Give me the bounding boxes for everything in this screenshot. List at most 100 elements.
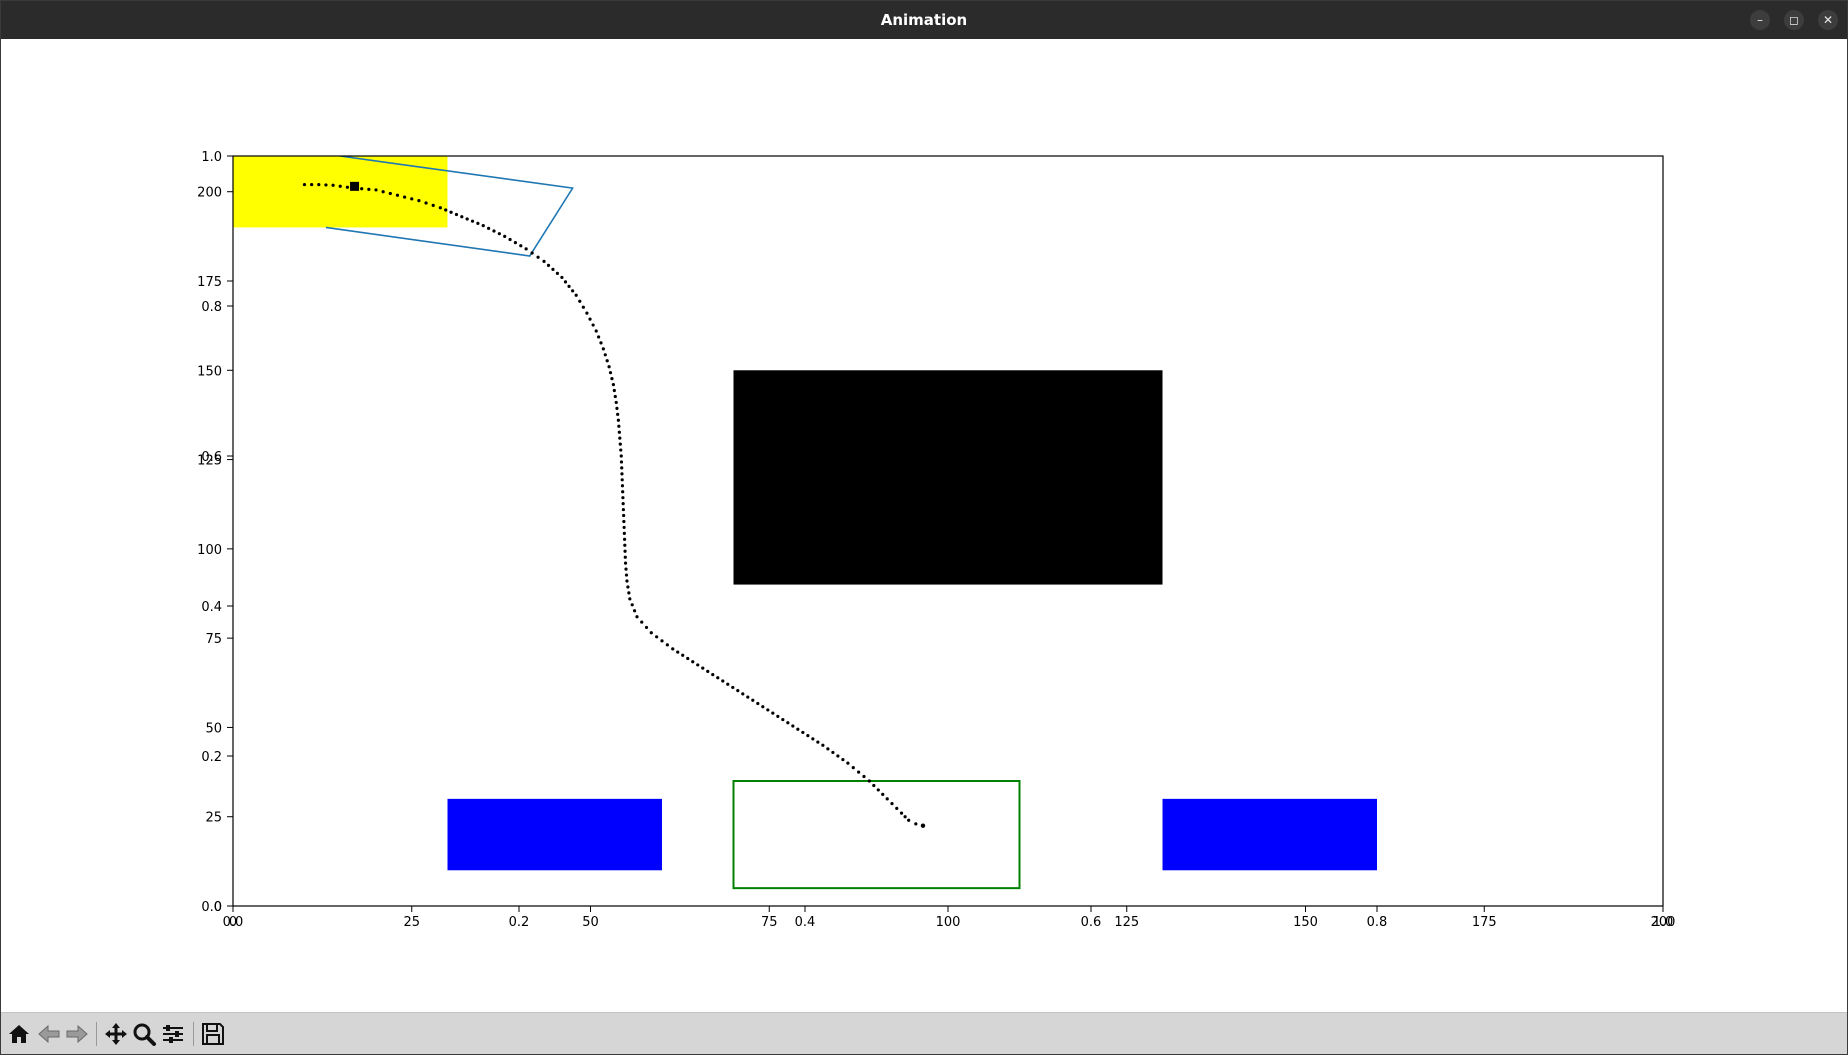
trajectory-point xyxy=(660,639,664,643)
blue-block-right xyxy=(1162,798,1377,871)
trajectory-point xyxy=(826,747,830,751)
minimize-button[interactable]: – xyxy=(1750,10,1770,30)
trajectory-point xyxy=(424,201,428,205)
trajectory-point xyxy=(503,234,507,238)
trajectory-point xyxy=(546,263,551,267)
trajectory-point xyxy=(623,555,627,559)
trajectory-point xyxy=(438,206,442,210)
trajectory-point xyxy=(403,195,407,199)
figure-canvas[interactable]: 0 25 50 75 100 125 150 175 200 0 25 50 75 100 125 150 17… xyxy=(1,39,1847,1012)
pan-icon xyxy=(105,1023,127,1045)
trajectory-point xyxy=(876,788,880,792)
trajectory-point xyxy=(571,289,575,293)
trajectory-point xyxy=(711,672,715,677)
trajectory-point xyxy=(851,766,855,770)
trajectory-point xyxy=(617,430,621,434)
trajectory-point xyxy=(816,740,820,744)
trajectory-point xyxy=(519,244,523,248)
home-button[interactable] xyxy=(5,1020,33,1048)
trajectory-point xyxy=(622,525,626,530)
trajectory-point xyxy=(410,197,414,201)
trajectory-point xyxy=(796,727,800,731)
y-tick-label: 25 xyxy=(205,811,222,826)
zoom-icon xyxy=(133,1023,156,1046)
trajectory-point xyxy=(610,377,614,381)
x-tick-label: 175 xyxy=(1472,915,1497,930)
inner-x-tick-label: 1.0 xyxy=(1653,915,1674,930)
trajectory-point xyxy=(622,519,626,524)
trajectory-point xyxy=(620,466,624,470)
trajectory-point xyxy=(821,743,825,747)
zoom-button[interactable] xyxy=(130,1020,158,1048)
y-tick-label: 200 xyxy=(197,186,222,201)
configure-subplots-button[interactable] xyxy=(159,1020,187,1048)
toolbar-separator xyxy=(193,1022,194,1046)
trajectory-point xyxy=(302,182,307,187)
trajectory-point xyxy=(627,591,631,595)
back-button[interactable] xyxy=(35,1020,63,1048)
trajectory-point xyxy=(625,579,629,583)
inner-x-tick-label: 0.2 xyxy=(509,915,530,930)
trajectory-point xyxy=(746,695,750,699)
maximize-button[interactable]: ◻ xyxy=(1784,10,1804,30)
trajectory-point xyxy=(801,730,805,735)
trajectory-point xyxy=(449,210,453,214)
trajectory-point xyxy=(811,737,815,741)
trajectory-point xyxy=(614,400,618,405)
save-button[interactable] xyxy=(199,1020,227,1048)
forward-icon xyxy=(66,1024,88,1044)
obstacle-block xyxy=(733,370,1163,585)
trajectory-point xyxy=(470,219,475,223)
trajectory-point xyxy=(588,317,592,321)
trajectory-point xyxy=(605,359,609,363)
trajectory-point xyxy=(771,711,775,715)
y-tick-label: 100 xyxy=(197,543,222,558)
trajectory-point xyxy=(563,280,568,284)
trajectory-point xyxy=(613,394,617,399)
trajectory-point xyxy=(624,567,628,571)
trajectory-point xyxy=(551,267,555,271)
trajectory-point xyxy=(831,750,835,755)
trajectory-point xyxy=(623,549,627,553)
trajectory-point xyxy=(508,237,512,242)
trajectory-point xyxy=(591,323,595,327)
trajectory-point xyxy=(676,650,680,654)
trajectory-point xyxy=(619,460,624,464)
trajectory-point xyxy=(608,371,613,375)
trajectory-point xyxy=(756,701,760,706)
inner-y-tick-label: 0.0 xyxy=(201,900,222,915)
trajectory-point xyxy=(611,382,615,387)
trajectory-point xyxy=(542,259,546,263)
trajectory-point xyxy=(481,224,485,228)
trajectory-point xyxy=(497,232,501,236)
trajectory-point xyxy=(741,692,745,696)
trajectory-point xyxy=(841,757,845,762)
inner-x-tick-label: 0.8 xyxy=(1367,915,1388,930)
trajectory-point xyxy=(620,484,625,488)
x-tick-label: 75 xyxy=(761,915,778,930)
trajectory-point xyxy=(899,811,904,815)
trajectory-point xyxy=(612,388,616,393)
trajectory-point xyxy=(867,779,871,783)
trajectory-point xyxy=(367,187,371,191)
trajectory-point xyxy=(806,734,810,738)
forward-button[interactable] xyxy=(63,1020,91,1048)
trajectory-point xyxy=(555,271,560,276)
trajectory-point xyxy=(524,247,528,251)
save-icon xyxy=(202,1023,224,1045)
trajectory-point xyxy=(621,496,625,500)
close-button[interactable]: ✕ xyxy=(1818,10,1838,30)
x-tick-label: 25 xyxy=(403,915,420,930)
trajectory-point xyxy=(460,215,464,219)
pan-button[interactable] xyxy=(102,1020,130,1048)
trajectory-point xyxy=(895,806,899,810)
inner-x-tick-label: 0.4 xyxy=(795,915,816,930)
trajectory-point xyxy=(761,705,765,709)
trajectory-point xyxy=(619,448,623,452)
trajectory-point xyxy=(599,341,603,345)
trajectory-point xyxy=(621,507,625,512)
trajectory-point xyxy=(581,305,585,309)
inner-y-tick-label: 1.0 xyxy=(201,150,222,165)
trajectory-point xyxy=(623,561,628,565)
trajectory-point xyxy=(476,221,480,226)
